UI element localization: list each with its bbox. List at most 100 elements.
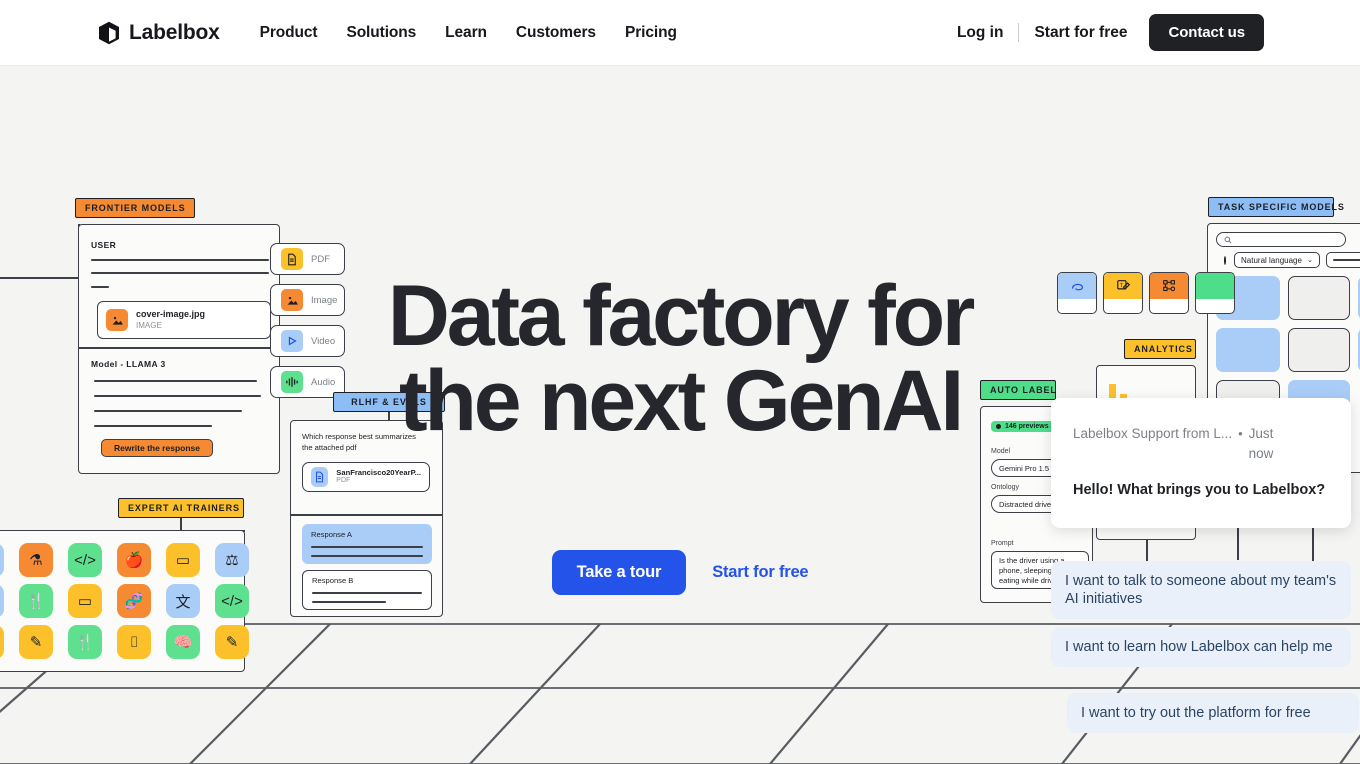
text-placeholder-line — [94, 395, 261, 397]
cube-logo-icon — [99, 21, 119, 44]
search-icon — [1224, 236, 1232, 243]
page-root: FRONTIER MODELS USER cover-image.jpg IMA… — [0, 0, 1360, 764]
chat-message-card[interactable]: Labelbox Support from L... • Just now He… — [1051, 398, 1351, 528]
text-placeholder-line — [311, 546, 423, 548]
cutlery-icon: 🍴 — [68, 625, 102, 659]
chip-label: Audio — [311, 376, 336, 388]
prompt-field-label: Prompt — [991, 540, 1014, 547]
model-tile[interactable] — [1288, 328, 1350, 372]
text-placeholder-line — [91, 286, 109, 288]
search-input[interactable] — [1216, 232, 1346, 247]
response-b-option[interactable]: Response B — [302, 570, 432, 610]
nav-right-group: Log in Start for free Contact us — [957, 14, 1264, 51]
filter-secondary[interactable] — [1326, 252, 1360, 268]
attachment-pdf[interactable]: SanFrancisco20YearP... PDF — [302, 462, 430, 492]
response-b-label: Response B — [312, 576, 354, 585]
chat-message-text: Hello! What brings you to Labelbox? — [1073, 481, 1326, 498]
chat-reply-option-1[interactable]: I want to talk to someone about my team'… — [1051, 561, 1351, 620]
image-icon — [281, 289, 303, 311]
clear-filter-icon[interactable] — [1218, 253, 1232, 267]
text-placeholder-line — [94, 425, 212, 427]
frontier-models-card: USER cover-image.jpg IMAGE Model - LLAMA… — [78, 224, 280, 474]
badge-auto-label: AUTO LABEL — [980, 380, 1056, 400]
pencil-icon: ✎ — [215, 625, 249, 659]
badge-analytics: ANALYTICS — [1124, 339, 1196, 359]
model-tile[interactable] — [1216, 328, 1280, 372]
badge-frontier-models: FRONTIER MODELS — [75, 198, 195, 218]
chat-meta: Labelbox Support from L... • Just now — [1073, 424, 1329, 465]
attachment-name: cover-image.jpg — [136, 309, 206, 320]
nav-link-product[interactable]: Product — [260, 24, 318, 42]
brand-logo[interactable]: Labelbox — [98, 21, 220, 45]
hero-title-line-1: Data factory for — [387, 268, 976, 364]
model-label: Model - LLAMA 3 — [91, 359, 166, 369]
chat-reply-option-3[interactable]: I want to try out the platform for free — [1067, 693, 1359, 734]
filter-natural-language[interactable]: Natural language ⌄ — [1234, 252, 1320, 268]
take-a-tour-button[interactable]: Take a tour — [551, 549, 687, 595]
start-for-free-link-hero[interactable]: Start for free — [712, 563, 808, 582]
text-placeholder-line — [91, 272, 269, 274]
lasso-icon — [1058, 273, 1096, 299]
laptop-icon: ▭ — [0, 625, 4, 659]
page-title: Data factory for the next GenAI — [387, 268, 976, 444]
chip-pdf[interactable]: PDF — [270, 243, 345, 275]
translate-icon: 文 — [166, 584, 200, 618]
connector-line — [180, 516, 182, 530]
nav-links: Product Solutions Learn Customers Pricin… — [260, 24, 677, 42]
text-placeholder-line — [94, 380, 257, 382]
connector-line — [0, 277, 80, 279]
rewrite-response-button[interactable]: Rewrite the response — [101, 439, 213, 457]
chat-timestamp: Just now — [1248, 426, 1274, 462]
contact-us-button[interactable]: Contact us — [1149, 14, 1264, 51]
chat-sender: Labelbox Support from L... — [1073, 426, 1233, 441]
nav-link-pricing[interactable]: Pricing — [625, 24, 677, 42]
attachment-kind: IMAGE — [136, 320, 162, 330]
nav-link-solutions[interactable]: Solutions — [346, 24, 416, 42]
nav-link-learn[interactable]: Learn — [445, 24, 487, 42]
attachment-cover-image[interactable]: cover-image.jpg IMAGE — [97, 301, 271, 339]
code-icon: </> — [68, 543, 102, 577]
response-a-option[interactable]: Response A — [302, 524, 432, 564]
tool-card-text-annotate[interactable]: T — [1103, 272, 1143, 314]
code-icon: </> — [215, 584, 249, 618]
document-icon — [281, 248, 303, 270]
hero-cta-group: Take a tour Start for free — [551, 549, 809, 595]
nav-link-customers[interactable]: Customers — [516, 24, 596, 42]
start-for-free-link[interactable]: Start for free — [1034, 24, 1127, 42]
laptop-icon: ▭ — [68, 584, 102, 618]
dna-icon: 🧬 — [117, 584, 151, 618]
pill-bottle-icon: ⌷ — [117, 625, 151, 659]
cutlery-icon: 🍴 — [19, 584, 53, 618]
tool-card-segment[interactable] — [1149, 272, 1189, 314]
chat-reply-option-2[interactable]: I want to learn how Labelbox can help me — [1051, 627, 1351, 668]
nav-divider — [1018, 23, 1020, 42]
flask-icon: ⚗ — [19, 543, 53, 577]
chip-label: PDF — [311, 253, 330, 265]
play-icon — [281, 330, 303, 352]
ontology-field-label: Ontology — [991, 484, 1020, 491]
chip-label: Image — [311, 294, 338, 306]
laptop-icon: ▭ — [166, 543, 200, 577]
stats-icon: x̄ — [0, 543, 4, 577]
top-navigation-bar: Labelbox Product Solutions Learn Custome… — [0, 0, 1360, 66]
tag-icon — [1196, 273, 1234, 299]
chevron-down-icon: ⌄ — [1306, 257, 1313, 264]
text-placeholder-line — [311, 555, 423, 557]
apple-icon: 🍎 — [117, 543, 151, 577]
status-dot-icon — [996, 424, 1001, 429]
badge-task-specific-models: TASK SPECIFIC MODELS — [1208, 197, 1344, 217]
chat-separator: • — [1238, 426, 1243, 441]
scales-icon: ⚖ — [215, 543, 249, 577]
trainer-icon-grid: x̄ ⚗ </> 🍎 ▭ ⚖ 📖 🍴 ▭ 🧬 文 </> ▭ ✎ 🍴 ⌷ 🧠 ✎ — [0, 543, 257, 659]
waveform-icon — [281, 371, 303, 393]
divider — [291, 514, 442, 516]
attachment-kind: PDF — [336, 477, 351, 485]
user-label: USER — [91, 240, 117, 250]
chip-image[interactable]: Image — [270, 284, 345, 316]
model-tile[interactable] — [1288, 276, 1350, 320]
chip-video[interactable]: Video — [270, 325, 345, 357]
text-placeholder-line — [1333, 259, 1360, 261]
tool-card-tag[interactable] — [1195, 272, 1235, 314]
tool-card-lasso[interactable] — [1057, 272, 1097, 314]
login-link[interactable]: Log in — [957, 24, 1004, 42]
